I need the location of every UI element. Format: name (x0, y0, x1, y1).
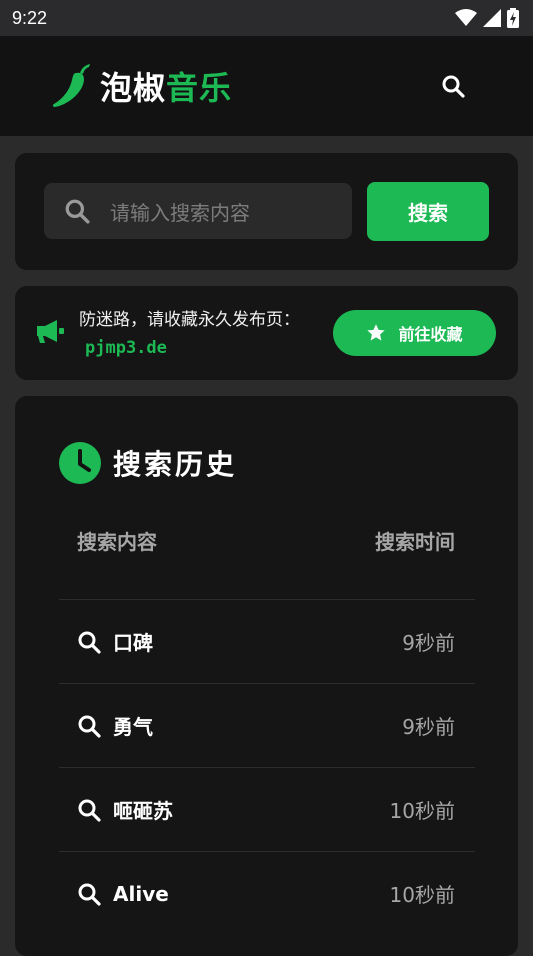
search-input[interactable]: 请输入搜索内容 (44, 183, 352, 239)
search-history-card: 搜索历史 搜索内容 搜索时间 口碑 9秒前 勇气 9秒前 咂砸苏 10秒前 Al… (15, 396, 518, 956)
history-time: 9秒前 (402, 631, 455, 655)
notice-url[interactable]: pjmp3.de (85, 338, 167, 358)
go-bookmark-label: 前往收藏 (398, 325, 463, 344)
search-icon (65, 199, 90, 224)
brand-name-white: 泡椒 (100, 69, 167, 107)
app-header: 泡椒音乐 (0, 36, 533, 136)
bookmark-notice-card: 防迷路，请收藏永久发布页： pjmp3.de 前往收藏 (15, 286, 518, 380)
notice-text: 防迷路，请收藏永久发布页： (79, 310, 300, 330)
star-icon (367, 324, 386, 341)
search-icon (78, 799, 101, 822)
history-time: 10秒前 (389, 883, 455, 907)
brand-name-green: 音乐 (166, 69, 233, 107)
history-query-text: 勇气 (113, 715, 153, 739)
brand-name: 泡椒音乐 (100, 63, 232, 109)
history-time: 9秒前 (402, 715, 455, 739)
battery-icon (507, 8, 519, 28)
history-column-headers: 搜索内容 搜索时间 (59, 526, 475, 555)
go-bookmark-button[interactable]: 前往收藏 (333, 310, 496, 356)
history-query-text: 咂砸苏 (113, 799, 173, 823)
search-card: 请输入搜索内容 搜索 (15, 153, 518, 270)
history-list: 口碑 9秒前 勇气 9秒前 咂砸苏 10秒前 Alive 10秒前 (59, 599, 475, 935)
history-item[interactable]: 勇气 9秒前 (59, 683, 475, 767)
status-bar: 9:22 (0, 0, 533, 36)
search-icon (442, 75, 465, 98)
history-query: Alive (77, 882, 169, 906)
history-item[interactable]: 咂砸苏 10秒前 (59, 767, 475, 851)
history-header: 搜索历史 (59, 442, 237, 484)
search-icon (78, 883, 101, 906)
signal-icon (483, 9, 501, 27)
column-time: 搜索时间 (375, 530, 455, 554)
history-query-text: 口碑 (113, 631, 153, 655)
search-icon (78, 715, 101, 738)
wifi-icon (455, 9, 477, 26)
history-query: 勇气 (77, 711, 153, 740)
history-item[interactable]: Alive 10秒前 (59, 851, 475, 935)
history-time: 10秒前 (389, 799, 455, 823)
system-icons (455, 8, 519, 28)
history-query-text: Alive (113, 881, 169, 906)
header-search-button[interactable] (433, 66, 473, 106)
megaphone-icon (37, 320, 64, 343)
history-title: 搜索历史 (113, 448, 238, 481)
notice-message: 防迷路，请收藏永久发布页： pjmp3.de (79, 306, 319, 362)
clock-icon (59, 442, 101, 484)
history-query: 口碑 (77, 627, 153, 656)
search-button[interactable]: 搜索 (367, 182, 489, 241)
history-query: 咂砸苏 (77, 795, 173, 824)
search-icon (78, 631, 101, 654)
column-query: 搜索内容 (77, 530, 157, 554)
brand-logo[interactable]: 泡椒音乐 (52, 63, 232, 109)
status-time: 9:22 (12, 7, 48, 28)
search-placeholder: 请输入搜索内容 (110, 200, 250, 225)
chili-pepper-icon (52, 64, 90, 107)
history-item[interactable]: 口碑 9秒前 (59, 599, 475, 683)
